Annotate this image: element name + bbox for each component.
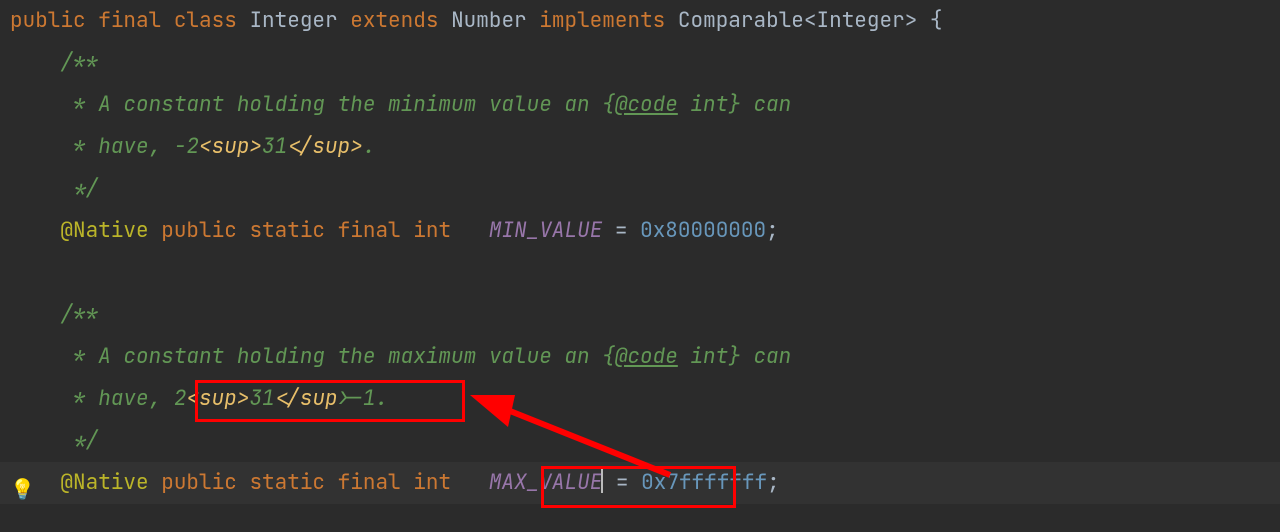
keyword-static: static bbox=[249, 217, 325, 244]
javadoc-tag: @code bbox=[615, 343, 678, 370]
javadoc-open: /** bbox=[60, 49, 98, 76]
keyword-public: public bbox=[161, 217, 237, 244]
html-tag-sup-close: </sup> bbox=[287, 133, 363, 160]
javadoc-text: can bbox=[741, 343, 791, 370]
html-tag-sup-open: <sup> bbox=[186, 385, 249, 412]
javadoc-open: /** bbox=[60, 301, 98, 328]
javadoc-brace: } bbox=[728, 91, 741, 118]
javadoc-text: int bbox=[678, 91, 728, 118]
keyword-implements: implements bbox=[539, 7, 665, 34]
class-name: Integer bbox=[249, 7, 337, 34]
keyword-extends: extends bbox=[350, 7, 438, 34]
equals: = bbox=[603, 469, 641, 496]
keyword-public: public bbox=[10, 7, 86, 34]
equals: = bbox=[602, 217, 640, 244]
javadoc-text: int bbox=[678, 343, 728, 370]
keyword-final: final bbox=[338, 217, 401, 244]
html-tag-sup-open: <sup> bbox=[199, 133, 262, 160]
lt: < bbox=[804, 7, 817, 34]
code-line[interactable]: */ bbox=[0, 168, 1280, 210]
javadoc-close: */ bbox=[60, 427, 98, 454]
keyword-final: final bbox=[98, 7, 161, 34]
code-line[interactable]: @Native public static final int MIN_VALU… bbox=[0, 210, 1280, 252]
code-line[interactable]: * have, -2<sup>31</sup>. bbox=[0, 126, 1280, 168]
javadoc-text: have, -2 bbox=[98, 133, 199, 160]
period: . bbox=[363, 133, 376, 160]
gt: > bbox=[905, 7, 918, 34]
code-line[interactable] bbox=[0, 252, 1280, 294]
type-param: Integer bbox=[817, 7, 905, 34]
exponent: 31 bbox=[262, 133, 287, 160]
semicolon: ; bbox=[766, 217, 779, 244]
javadoc-star: * bbox=[60, 385, 98, 412]
code-line[interactable]: /** bbox=[0, 42, 1280, 84]
code-line[interactable]: */ bbox=[0, 420, 1280, 462]
code-editor[interactable]: public final class Integer extends Numbe… bbox=[0, 0, 1280, 532]
keyword-int: int bbox=[413, 469, 451, 496]
keyword-int: int bbox=[413, 217, 451, 244]
field-name: MIN_VALUE bbox=[489, 217, 602, 244]
javadoc-brace: { bbox=[602, 343, 615, 370]
javadoc-close: */ bbox=[60, 175, 98, 202]
keyword-static: static bbox=[249, 469, 325, 496]
code-line[interactable]: * A constant holding the minimum value a… bbox=[0, 84, 1280, 126]
semicolon: ; bbox=[767, 469, 780, 496]
brace: { bbox=[917, 7, 942, 34]
annotation: @Native bbox=[60, 469, 148, 496]
hex-literal: 0x80000000 bbox=[640, 217, 766, 244]
code-line[interactable]: * have, 2<sup>31</sup>-1. bbox=[0, 378, 1280, 420]
annotation: @Native bbox=[60, 217, 148, 244]
code-line[interactable]: /** bbox=[0, 294, 1280, 336]
javadoc-text: A constant holding the maximum value an bbox=[98, 343, 602, 370]
javadoc-text: have, bbox=[98, 385, 174, 412]
javadoc-star: * bbox=[60, 343, 98, 370]
keyword-public: public bbox=[161, 469, 237, 496]
keyword-class: class bbox=[174, 7, 237, 34]
javadoc-tag: @code bbox=[615, 91, 678, 118]
javadoc-brace: { bbox=[602, 91, 615, 118]
interface: Comparable bbox=[678, 7, 804, 34]
html-tag-sup-close: </sup> bbox=[275, 385, 351, 412]
code-line[interactable]: public final class Integer extends Numbe… bbox=[0, 0, 1280, 42]
javadoc-text: A constant holding the minimum value an bbox=[98, 91, 602, 118]
code-line-current[interactable]: @Native public static final int MAX_VALU… bbox=[0, 462, 1280, 504]
javadoc-star: * bbox=[60, 133, 98, 160]
code-line[interactable]: * A constant holding the maximum value a… bbox=[0, 336, 1280, 378]
javadoc-text: can bbox=[741, 91, 791, 118]
javadoc-text: -1. bbox=[350, 385, 388, 412]
hex-literal: 0x7fffffff bbox=[641, 469, 767, 496]
keyword-final: final bbox=[338, 469, 401, 496]
exponent: 31 bbox=[249, 385, 274, 412]
javadoc-text: 2 bbox=[174, 385, 187, 412]
javadoc-star: * bbox=[60, 91, 98, 118]
superclass: Number bbox=[451, 7, 527, 34]
field-name: MAX_VALUE bbox=[489, 469, 602, 496]
javadoc-brace: } bbox=[728, 343, 741, 370]
intention-bulb-icon[interactable]: 💡 bbox=[10, 468, 35, 510]
